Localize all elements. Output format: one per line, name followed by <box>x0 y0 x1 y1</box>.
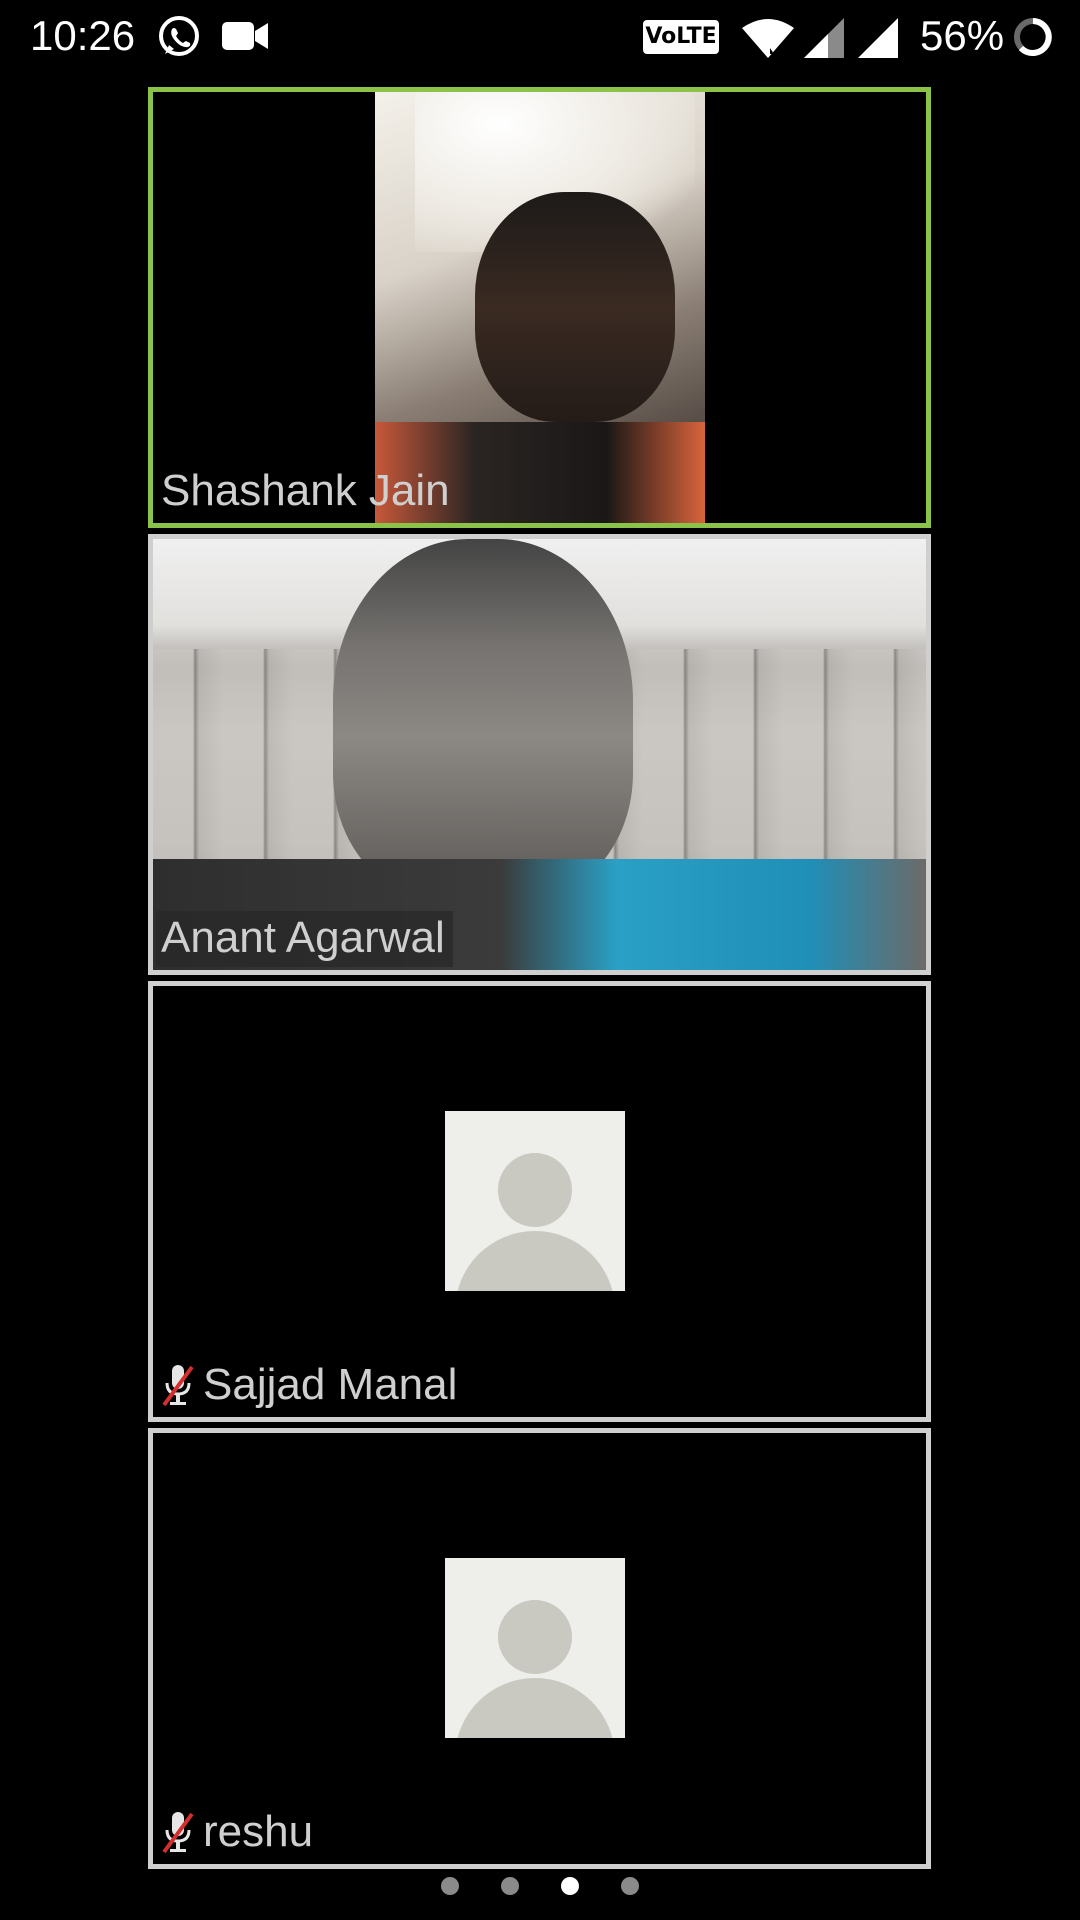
page-dot-1[interactable] <box>441 1877 459 1895</box>
wifi-icon <box>742 19 794 58</box>
participant-video <box>153 539 926 970</box>
signal-icon-1 <box>804 18 844 58</box>
participant-name: reshu <box>203 1807 314 1856</box>
participant-name-row: reshu <box>156 1805 321 1861</box>
battery-percent: 56% <box>920 12 1005 59</box>
status-bar: 10:26 VoLTE 56% <box>0 0 1080 74</box>
page-indicator[interactable] <box>0 1877 1080 1897</box>
avatar-placeholder <box>445 1111 625 1291</box>
video-camera-icon <box>222 22 268 50</box>
signal-icon-2 <box>858 18 898 58</box>
page-dot-2[interactable] <box>501 1877 519 1895</box>
avatar-placeholder <box>445 1558 625 1738</box>
volte-badge: VoLTE <box>643 20 719 54</box>
participant-tile-1[interactable]: Shashank Jain <box>148 87 931 528</box>
participant-name: Sajjad Manal <box>203 1360 458 1409</box>
participant-name: Shashank Jain <box>161 466 450 515</box>
page-dot-3[interactable] <box>561 1877 579 1895</box>
page-dot-4[interactable] <box>621 1877 639 1895</box>
video-person <box>475 192 675 422</box>
mic-muted-icon <box>162 1365 194 1407</box>
battery-icon <box>1014 18 1052 56</box>
participant-tile-3[interactable]: Sajjad Manal <box>148 981 931 1422</box>
video-person <box>333 539 633 899</box>
participant-name-row: Sajjad Manal <box>156 1358 465 1414</box>
clock: 10:26 <box>30 12 136 59</box>
participant-name: Anant Agarwal <box>156 911 453 967</box>
participant-video <box>375 92 705 523</box>
mic-muted-icon <box>162 1812 194 1854</box>
participant-tile-4[interactable]: reshu <box>148 1428 931 1869</box>
whatsapp-icon <box>159 16 199 56</box>
participant-tile-2[interactable]: Anant Agarwal <box>148 534 931 975</box>
